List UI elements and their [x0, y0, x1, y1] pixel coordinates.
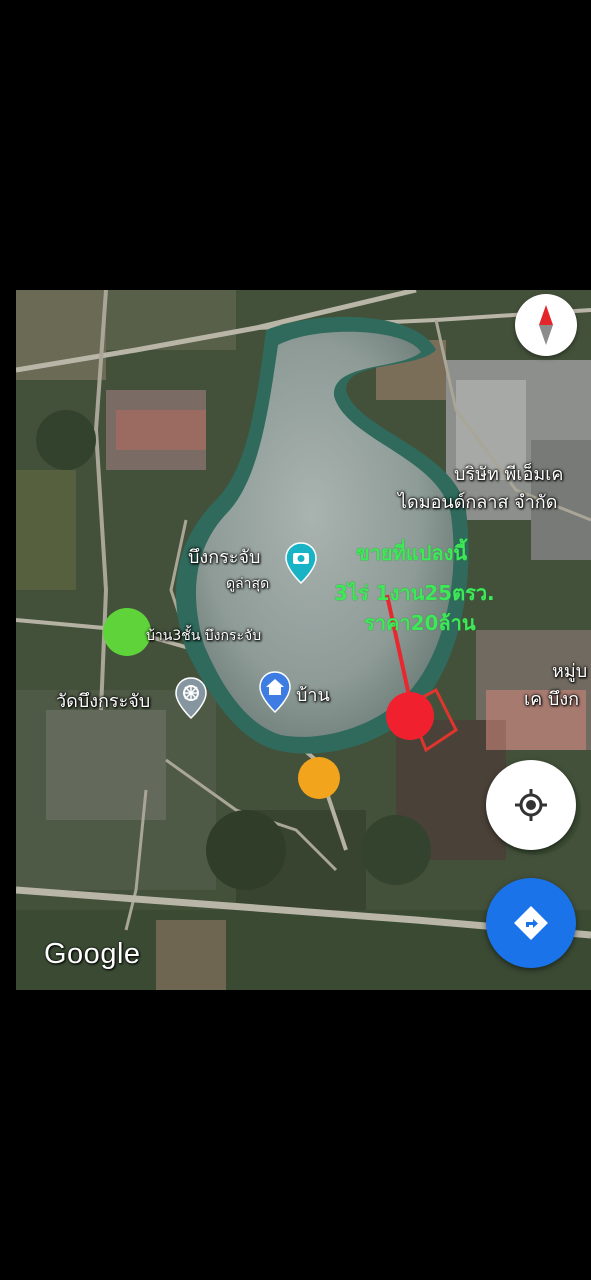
temple-label[interactable]: วัดบึงกระจับ — [56, 692, 150, 712]
company-label-line1: บริษัท พีเอ็มเค — [454, 464, 564, 485]
village-label-line2: เค บึงก — [524, 689, 580, 710]
village-label-line1: หมู่บ — [552, 661, 588, 682]
camera-pin-icon[interactable] — [284, 541, 318, 585]
sale-text-line3: ราคา20ล้าน — [364, 611, 476, 635]
compass-button[interactable] — [515, 294, 577, 356]
compass-icon — [539, 305, 553, 345]
house-3floor-label[interactable]: บ้าน3ชั้น บึงกระจับ — [146, 626, 261, 646]
screen: บริษัท พีเอ็มเค ไดมอนด์กลาส จำกัด บึงกระ… — [0, 0, 591, 1280]
home-label: บ้าน — [296, 685, 330, 706]
lake-name-label[interactable]: บึงกระจับ — [188, 548, 260, 568]
green-marker — [103, 608, 151, 656]
red-marker — [386, 692, 434, 740]
dharma-wheel-pin-icon[interactable] — [174, 676, 208, 720]
directions-button[interactable] — [486, 878, 576, 968]
google-attribution: Google — [44, 938, 141, 970]
lake-sub-label: ดูล่าสุด — [226, 576, 270, 592]
company-label-line2: ไดมอนด์กลาส จำกัด — [398, 492, 558, 513]
satellite-map[interactable]: บริษัท พีเอ็มเค ไดมอนด์กลาส จำกัด บึงกระ… — [16, 290, 591, 990]
directions-icon — [514, 906, 548, 940]
my-location-button[interactable] — [486, 760, 576, 850]
home-pin-icon[interactable] — [258, 670, 292, 714]
my-location-icon — [515, 789, 547, 821]
orange-marker — [298, 757, 340, 799]
sale-text-line2: 3ไร่ 1งาน25ตรว. — [334, 581, 495, 605]
sale-text-line1: ขายที่แปลงนี้ — [356, 541, 468, 565]
